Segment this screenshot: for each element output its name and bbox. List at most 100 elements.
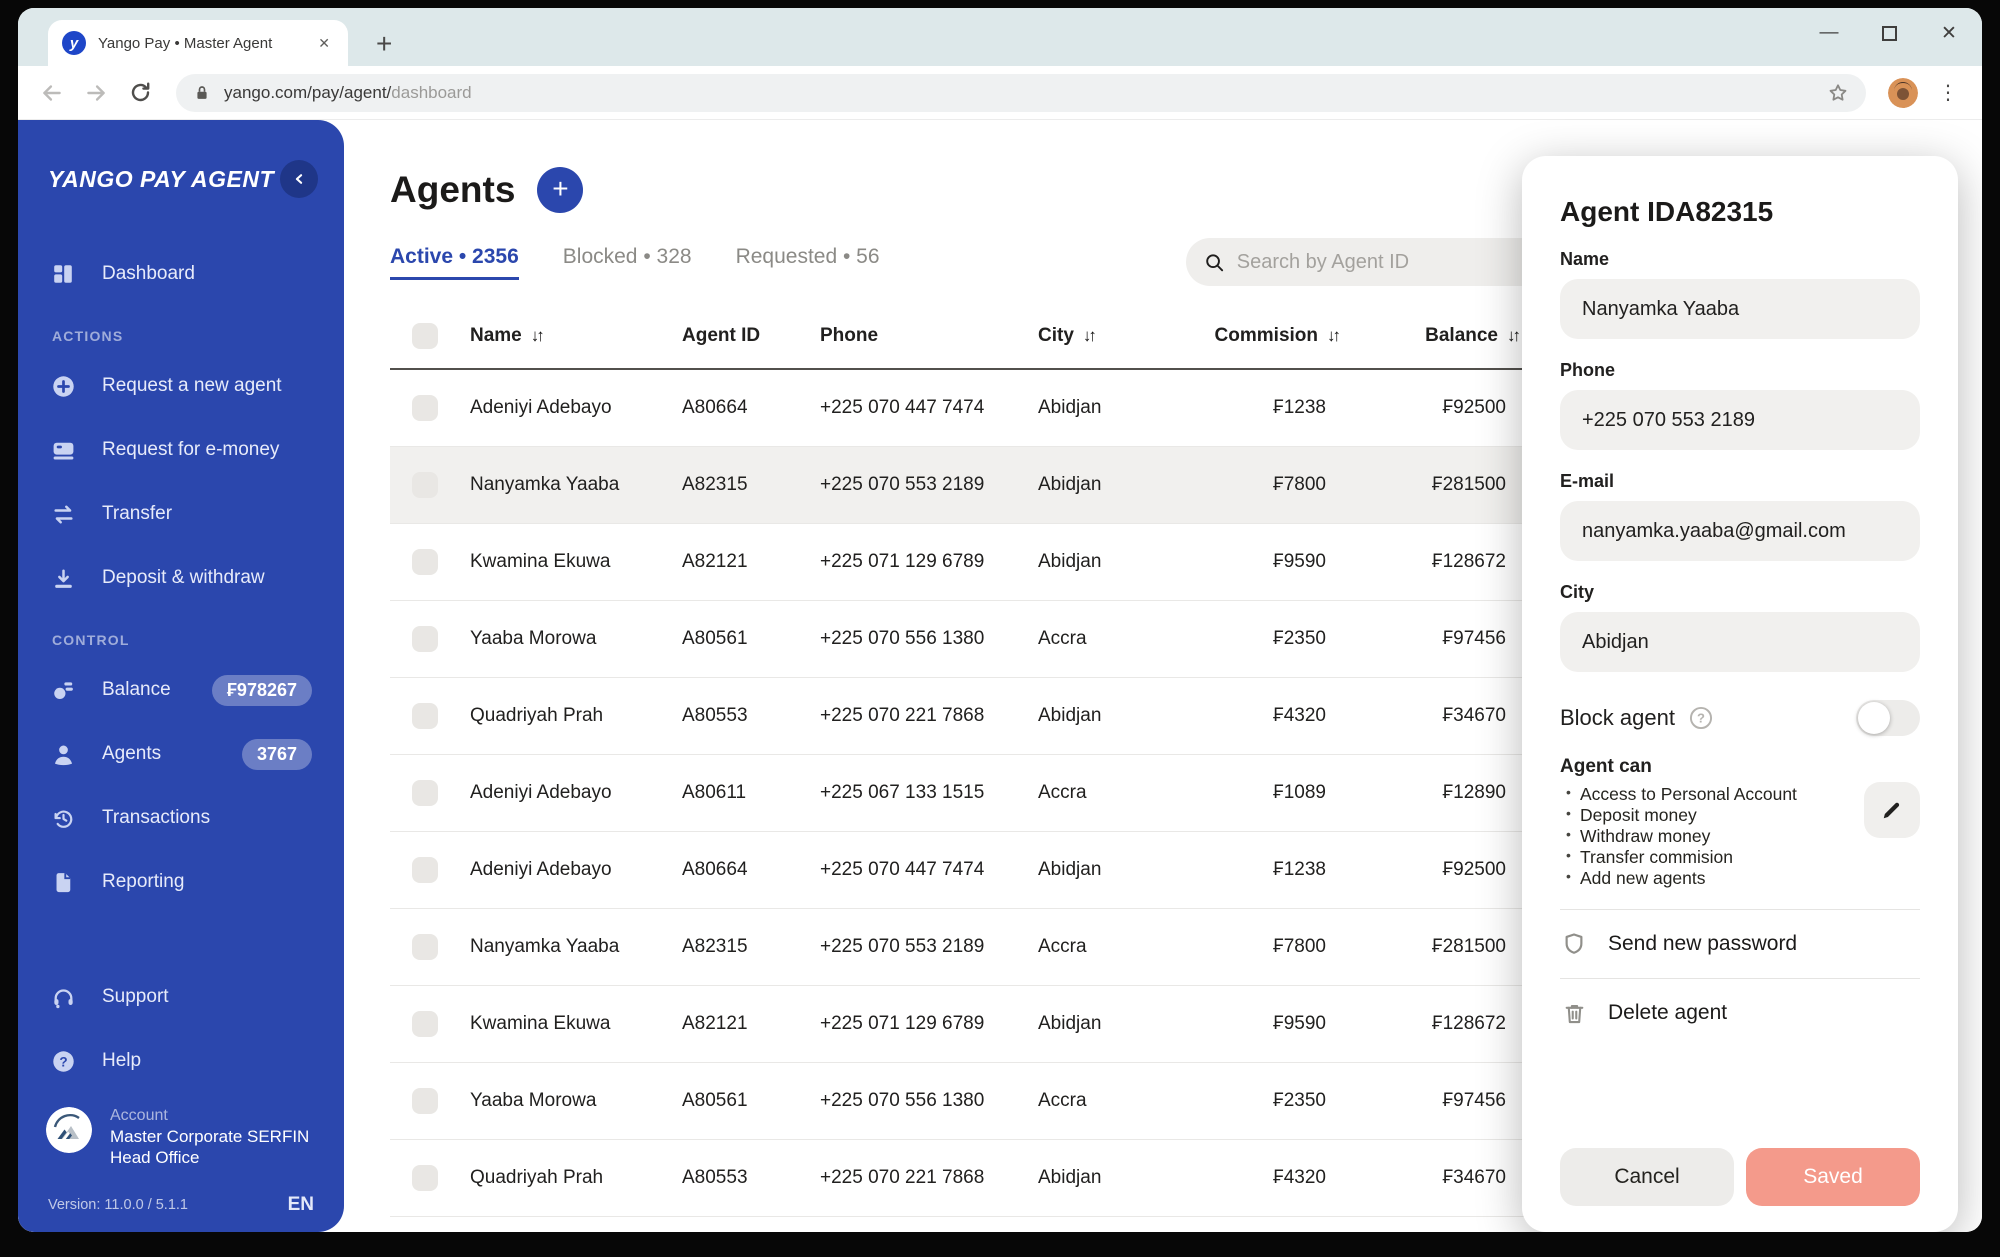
account-block[interactable]: Account Master Corporate SERFIN Head Off… bbox=[44, 1107, 318, 1168]
cell-phone: +225 070 553 2189 bbox=[804, 936, 1022, 958]
cell-commission: ₣4320 bbox=[1192, 705, 1344, 727]
table-row[interactable]: Quadriyah PrahA80553+225 070 221 7868Abi… bbox=[390, 678, 1524, 755]
table-row[interactable]: Nanyamka YaabaA82315+225 070 553 2189Abi… bbox=[390, 447, 1524, 524]
row-checkbox[interactable] bbox=[412, 395, 438, 421]
forward-button[interactable] bbox=[82, 79, 110, 107]
add-agent-button[interactable]: + bbox=[537, 167, 583, 213]
edit-permissions-button[interactable] bbox=[1864, 782, 1920, 838]
table-row[interactable]: Adeniyi AdebayoA80664+225 070 447 7474Ab… bbox=[390, 832, 1524, 909]
row-checkbox[interactable] bbox=[412, 934, 438, 960]
sidebar-item-label: Dashboard bbox=[102, 263, 312, 285]
row-checkbox-cell bbox=[390, 934, 454, 960]
sidebar-item-request-emoney[interactable]: Request for e-money bbox=[44, 426, 318, 474]
tab-active[interactable]: Active • 2356 bbox=[390, 245, 519, 280]
sidebar-item-label: Deposit & withdraw bbox=[102, 567, 312, 589]
sort-icon: ↓↑ bbox=[1327, 326, 1341, 346]
row-checkbox[interactable] bbox=[412, 472, 438, 498]
question-circle-icon[interactable]: ? bbox=[1688, 705, 1714, 731]
cell-phone: +225 070 556 1380 bbox=[804, 628, 1022, 650]
row-checkbox[interactable] bbox=[412, 626, 438, 652]
search-input[interactable] bbox=[1237, 251, 1540, 274]
sidebar-collapse-button[interactable] bbox=[280, 160, 318, 198]
language-switcher[interactable]: EN bbox=[288, 1194, 314, 1216]
cell-agent-id: A82315 bbox=[666, 474, 804, 496]
column-header-agent-id[interactable]: Agent ID bbox=[666, 325, 804, 347]
version-text: Version: 11.0.0 / 5.1.1 bbox=[48, 1197, 188, 1213]
table-row[interactable]: Kwamina EkuwaA82121+225 071 129 6789Abid… bbox=[390, 524, 1524, 601]
cell-balance: ₣97456 bbox=[1344, 628, 1524, 650]
cell-agent-id: A80561 bbox=[666, 628, 804, 650]
cell-name: Adeniyi Adebayo bbox=[454, 782, 666, 804]
tab-blocked[interactable]: Blocked • 328 bbox=[563, 245, 692, 280]
table-row[interactable]: Nanyamka YaabaA82315+225 070 553 2189Acc… bbox=[390, 909, 1524, 986]
phone-field[interactable] bbox=[1560, 390, 1920, 450]
cell-name: Quadriyah Prah bbox=[454, 1167, 666, 1189]
sidebar-item-agents[interactable]: Agents 3767 bbox=[44, 730, 318, 778]
column-header-commission[interactable]: Commision↓↑ bbox=[1192, 325, 1344, 347]
block-agent-toggle[interactable] bbox=[1856, 700, 1920, 736]
minimize-button[interactable]: — bbox=[1818, 22, 1840, 44]
sidebar-item-help[interactable]: ? Help bbox=[44, 1037, 318, 1085]
row-checkbox[interactable] bbox=[412, 703, 438, 729]
sidebar-item-dashboard[interactable]: Dashboard bbox=[44, 250, 318, 298]
search-box[interactable] bbox=[1186, 238, 1558, 286]
sidebar-item-balance[interactable]: Balance ₣978267 bbox=[44, 666, 318, 714]
page-title: Agents bbox=[390, 169, 515, 211]
svg-text:?: ? bbox=[59, 1054, 67, 1069]
table-row[interactable]: Adeniyi AdebayoA80611+225 067 133 1515Ac… bbox=[390, 755, 1524, 832]
sidebar-item-reporting[interactable]: Reporting bbox=[44, 858, 318, 906]
back-button[interactable] bbox=[38, 79, 66, 107]
column-header-name[interactable]: Name↓↑ bbox=[454, 325, 666, 347]
row-checkbox[interactable] bbox=[412, 780, 438, 806]
table-row[interactable]: Kwamina EkuwaA82121+225 071 129 6789Abid… bbox=[390, 986, 1524, 1063]
name-field-label: Name bbox=[1560, 249, 1920, 270]
close-window-button[interactable]: ✕ bbox=[1938, 22, 1960, 44]
row-checkbox-cell bbox=[390, 472, 454, 498]
maximize-button[interactable] bbox=[1878, 22, 1900, 44]
browser-tab[interactable]: y Yango Pay • Master Agent ✕ bbox=[48, 20, 348, 66]
reload-button[interactable] bbox=[126, 79, 154, 107]
row-checkbox-cell bbox=[390, 549, 454, 575]
sidebar-item-request-agent[interactable]: Request a new agent bbox=[44, 362, 318, 410]
row-checkbox[interactable] bbox=[412, 1088, 438, 1114]
name-field[interactable] bbox=[1560, 279, 1920, 339]
table-row[interactable]: Quadriyah PrahA80553+225 070 221 7868Abi… bbox=[390, 1140, 1524, 1217]
sidebar-item-deposit-withdraw[interactable]: Deposit & withdraw bbox=[44, 554, 318, 602]
sidebar-item-transactions[interactable]: Transactions bbox=[44, 794, 318, 842]
row-checkbox-cell bbox=[390, 1011, 454, 1037]
tab-requested[interactable]: Requested • 56 bbox=[736, 245, 880, 280]
row-checkbox[interactable] bbox=[412, 1165, 438, 1191]
trash-icon bbox=[1560, 999, 1588, 1027]
city-field[interactable] bbox=[1560, 612, 1920, 672]
cell-phone: +225 067 133 1515 bbox=[804, 782, 1022, 804]
row-checkbox[interactable] bbox=[412, 857, 438, 883]
table-row[interactable]: Yaaba MorowaA80561+225 070 556 1380Accra… bbox=[390, 601, 1524, 678]
browser-menu-icon[interactable]: ⋮ bbox=[1934, 80, 1962, 105]
table-row[interactable]: Yaaba MorowaA80561+225 070 556 1380Accra… bbox=[390, 1063, 1524, 1140]
email-field-label: E-mail bbox=[1560, 471, 1920, 492]
tab-close-icon[interactable]: ✕ bbox=[314, 33, 334, 54]
sidebar-item-transfer[interactable]: Transfer bbox=[44, 490, 318, 538]
document-icon bbox=[50, 869, 76, 895]
bookmark-star-icon[interactable] bbox=[1826, 81, 1850, 105]
column-header-phone[interactable]: Phone bbox=[804, 325, 1022, 347]
new-tab-button[interactable]: + bbox=[376, 30, 392, 58]
url-bar[interactable]: yango.com/pay/agent/dashboard bbox=[176, 74, 1866, 112]
row-checkbox[interactable] bbox=[412, 1011, 438, 1037]
maximize-icon bbox=[1882, 26, 1897, 41]
send-password-action[interactable]: Send new password bbox=[1560, 930, 1920, 958]
column-header-city[interactable]: City↓↑ bbox=[1022, 325, 1192, 347]
cell-agent-id: A82121 bbox=[666, 1013, 804, 1035]
cancel-button[interactable]: Cancel bbox=[1560, 1148, 1734, 1206]
profile-avatar[interactable] bbox=[1888, 78, 1918, 108]
row-checkbox[interactable] bbox=[412, 549, 438, 575]
sidebar-item-support[interactable]: Support bbox=[44, 973, 318, 1021]
table-row[interactable]: Adeniyi AdebayoA80664+225 070 447 7474Ab… bbox=[390, 370, 1524, 447]
delete-agent-action[interactable]: Delete agent bbox=[1560, 999, 1920, 1027]
email-field[interactable] bbox=[1560, 501, 1920, 561]
cell-balance: ₣128672 bbox=[1344, 551, 1524, 573]
saved-button[interactable]: Saved bbox=[1746, 1148, 1920, 1206]
cell-name: Kwamina Ekuwa bbox=[454, 551, 666, 573]
select-all-checkbox[interactable] bbox=[412, 323, 438, 349]
column-header-balance[interactable]: Balance↓↑ bbox=[1344, 325, 1524, 347]
